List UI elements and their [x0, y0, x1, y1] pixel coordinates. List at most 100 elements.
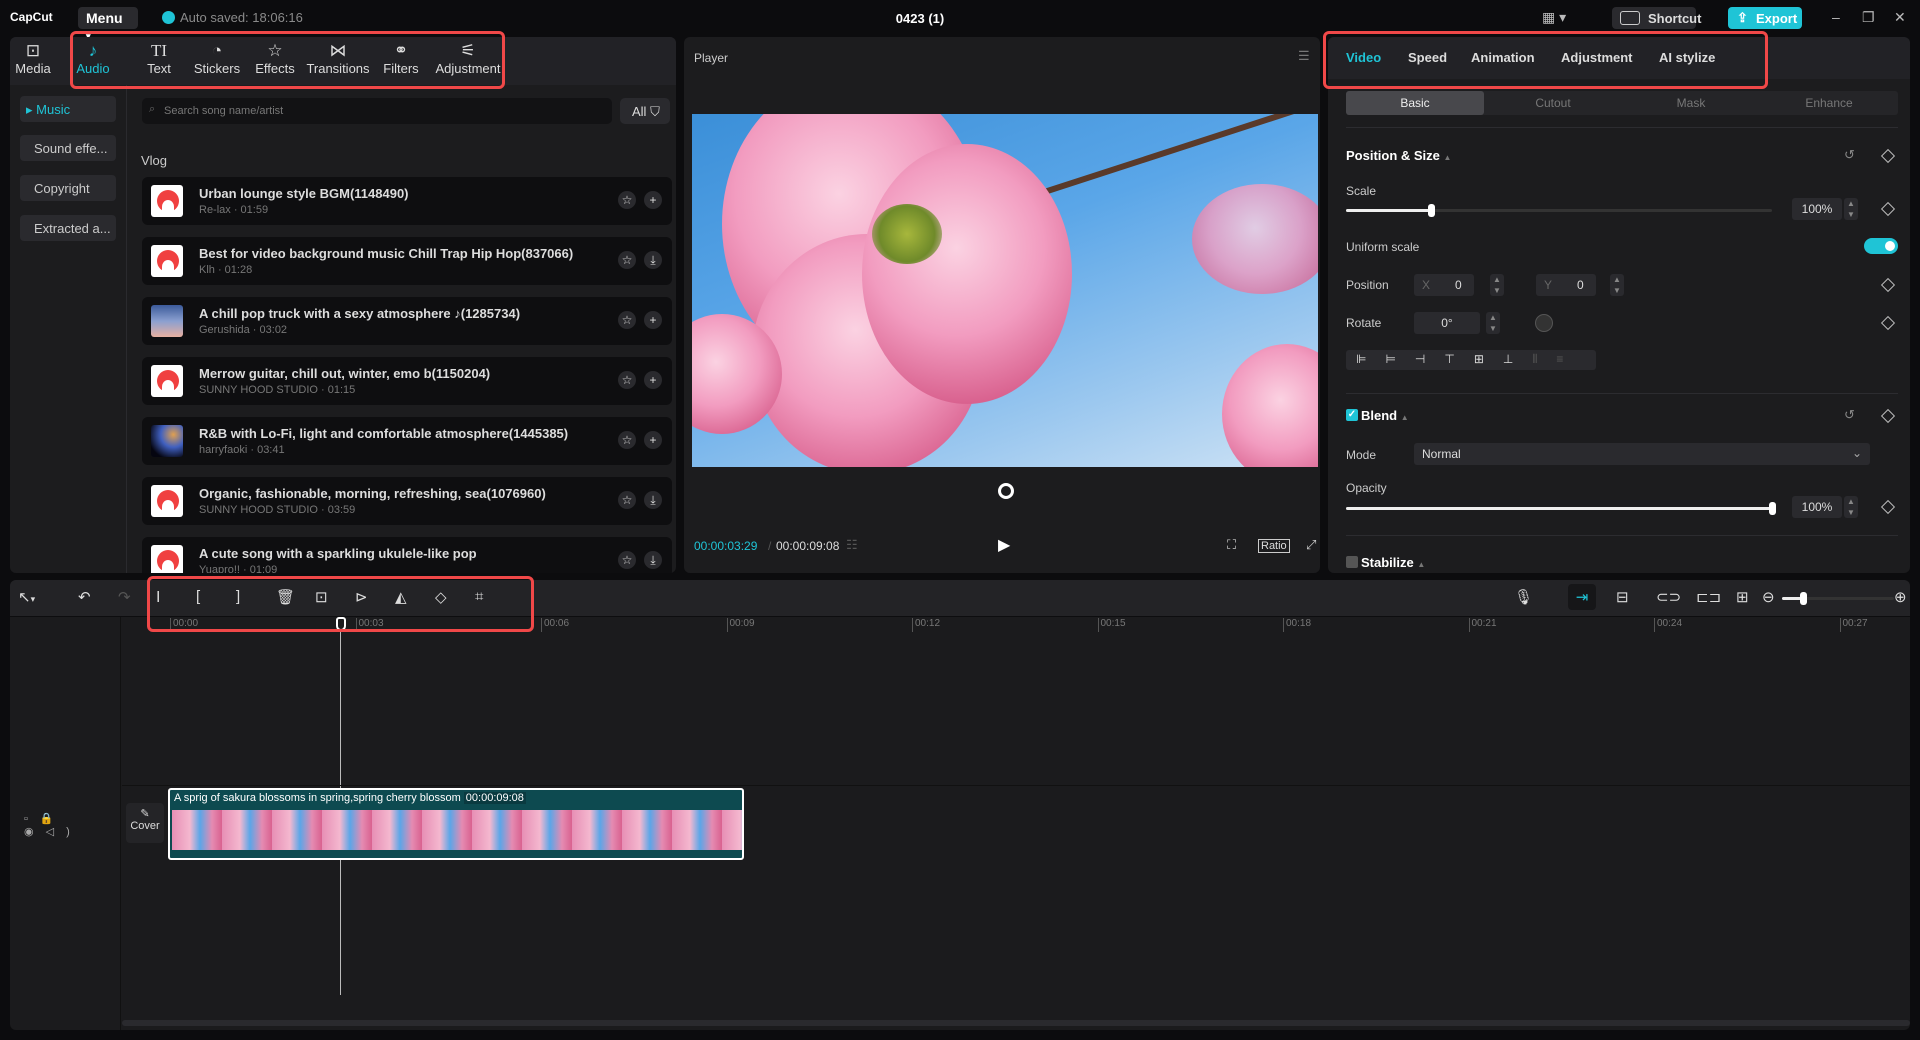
keyframe-icon[interactable] — [1880, 408, 1896, 424]
crop-icon[interactable]: ⌗ — [475, 588, 483, 605]
tab-effects[interactable]: ☆ Effects — [246, 37, 304, 85]
opacity-slider[interactable] — [1346, 502, 1776, 515]
align-toolbar[interactable]: ⊫⊨⊣⊤⊞⊥⫴≡ — [1346, 350, 1596, 370]
rotate-dial[interactable] — [1535, 314, 1553, 332]
track-controls[interactable]: ▫🔒◉◁) — [24, 812, 120, 838]
playhead-handle[interactable] — [336, 617, 346, 631]
add-icon[interactable]: + — [644, 311, 662, 329]
song-item[interactable]: Merrow guitar, chill out, winter, emo b(… — [142, 357, 672, 405]
fullscreen-icon[interactable]: ⤢ — [1306, 537, 1316, 553]
cover-button[interactable]: ✎ Cover — [126, 803, 164, 843]
uniform-scale-toggle[interactable] — [1864, 238, 1898, 254]
category-sound-effects[interactable]: Sound effe... — [20, 135, 116, 161]
tab-video[interactable]: Video — [1346, 50, 1381, 65]
position-y-input[interactable]: Y0 — [1536, 274, 1596, 296]
add-icon[interactable]: + — [644, 191, 662, 209]
split-left-icon[interactable]: [ — [196, 588, 200, 605]
timeline-zoom-slider[interactable] — [1782, 592, 1894, 605]
zoom-fit-icon[interactable]: ⛶ — [1227, 537, 1236, 553]
keyframe-icon[interactable] — [1880, 201, 1896, 217]
zoom-out-icon[interactable]: ⊖ — [1762, 588, 1775, 606]
song-item[interactable]: Organic, fashionable, morning, refreshin… — [142, 477, 672, 525]
rotate-icon[interactable] — [998, 483, 1014, 499]
undo-icon[interactable]: ↶ — [78, 588, 91, 606]
main-track-magnet-icon[interactable]: ⇥ — [1568, 584, 1596, 610]
scale-slider[interactable] — [1346, 204, 1772, 217]
opacity-handle[interactable] — [1769, 502, 1776, 515]
timeline-ruler[interactable]: 00:00 00:03 00:06 00:09 00:12 00:15 00:18 00:21… — [170, 618, 1910, 634]
download-icon[interactable]: ⤓ — [644, 251, 662, 269]
stabilize-title[interactable]: Stabilize ▲ — [1346, 555, 1425, 570]
song-item[interactable]: Urban lounge style BGM(1148490) Re-lax ·… — [142, 177, 672, 225]
select-tool-icon[interactable]: ↖▾ — [18, 588, 35, 606]
favorite-star-icon[interactable]: ☆ — [618, 251, 636, 269]
subtab-basic[interactable]: Basic — [1346, 91, 1484, 115]
maximize-button[interactable]: ❐ — [1862, 9, 1875, 26]
tab-media[interactable]: ⊡ Media — [10, 37, 56, 85]
reverse-play-icon[interactable]: ⊳ — [355, 588, 368, 606]
play-button[interactable]: ▶ — [998, 535, 1010, 555]
minimize-button[interactable]: – — [1832, 9, 1840, 25]
favorite-star-icon[interactable]: ☆ — [618, 491, 636, 509]
rotate-input[interactable]: 0° — [1414, 312, 1480, 334]
position-size-title[interactable]: Position & Size ▲ — [1346, 148, 1451, 163]
split-right-icon[interactable]: ] — [236, 588, 240, 605]
tab-audio[interactable]: ♪ Audio — [56, 37, 130, 85]
download-icon[interactable]: ⤓ — [644, 551, 662, 569]
split-icon[interactable]: Ⅰ — [156, 588, 160, 606]
download-icon[interactable]: ⤓ — [644, 491, 662, 509]
search-input[interactable]: ⌕ Search song name/artist — [142, 98, 612, 124]
tab-stickers[interactable]: ◔ Stickers — [188, 37, 246, 85]
video-clip[interactable]: A sprig of sakura blossoms in spring,spr… — [168, 788, 744, 860]
subtab-enhance[interactable]: Enhance — [1760, 91, 1898, 115]
tab-adjustment[interactable]: Adjustment — [1561, 50, 1633, 65]
subtab-cutout[interactable]: Cutout — [1484, 91, 1622, 115]
tab-filters[interactable]: ⚭ Filters — [372, 37, 430, 85]
subtab-mask[interactable]: Mask — [1622, 91, 1760, 115]
tab-transitions[interactable]: ⋈ Transitions — [304, 37, 372, 85]
close-button[interactable]: ✕ — [1894, 9, 1906, 26]
song-item[interactable]: R&B with Lo-Fi, light and comfortable at… — [142, 417, 672, 465]
auto-snap-icon[interactable]: ⊟ — [1616, 588, 1629, 606]
shortcut-button[interactable]: Shortcut — [1612, 7, 1701, 29]
song-item[interactable]: A cute song with a sparkling ukulele-lik… — [142, 537, 672, 573]
ratio-button[interactable]: Ratio — [1258, 539, 1290, 553]
rotate-stepper[interactable]: ▲ ▼ — [1486, 312, 1500, 334]
keyframe-icon[interactable] — [1880, 499, 1896, 515]
link-icon[interactable]: ⊂⊃ — [1656, 588, 1681, 606]
favorite-star-icon[interactable]: ☆ — [618, 311, 636, 329]
mirror-icon[interactable]: ◭ — [395, 588, 407, 606]
tab-ai-stylize[interactable]: AI stylize — [1659, 50, 1715, 65]
tab-speed[interactable]: Speed — [1408, 50, 1447, 65]
category-extracted-audio[interactable]: Extracted a... — [20, 215, 116, 241]
video-preview[interactable] — [692, 114, 1318, 467]
reset-icon[interactable]: ↺ — [1844, 407, 1855, 423]
microphone-icon[interactable]: 🎙 — [1514, 588, 1533, 606]
keyframe-icon[interactable] — [1880, 315, 1896, 331]
keyframe-icon[interactable] — [1880, 148, 1896, 164]
position-x-input[interactable]: X0 — [1414, 274, 1474, 296]
category-copyright[interactable]: Copyright — [20, 175, 116, 201]
favorite-star-icon[interactable]: ☆ — [618, 431, 636, 449]
menu-button[interactable]: Menu ▾ — [78, 7, 138, 41]
position-x-stepper[interactable]: ▲ ▼ — [1490, 274, 1504, 296]
zoom-timeline-icon[interactable]: ⊞ — [1736, 588, 1749, 606]
blend-mode-select[interactable]: Normal ⌄ — [1414, 443, 1870, 465]
opacity-stepper[interactable]: ▲ ▼ — [1844, 496, 1858, 518]
layout-icon[interactable]: ▦ ▾ — [1542, 9, 1566, 26]
opacity-input[interactable]: 100% — [1792, 496, 1842, 518]
favorite-star-icon[interactable]: ☆ — [618, 191, 636, 209]
filter-button[interactable]: All ⛉ — [620, 98, 670, 124]
favorite-star-icon[interactable]: ☆ — [618, 551, 636, 569]
scale-handle[interactable] — [1428, 204, 1436, 217]
tab-animation[interactable]: Animation — [1471, 50, 1535, 65]
reset-icon[interactable]: ↺ — [1844, 147, 1855, 163]
category-music[interactable]: ▸ Music — [20, 96, 116, 122]
tab-adjustment[interactable]: ⚟ Adjustment — [430, 37, 506, 85]
horizontal-scrollbar[interactable] — [122, 1020, 1910, 1026]
song-item[interactable]: A chill pop truck with a sexy atmosphere… — [142, 297, 672, 345]
zoom-in-icon[interactable]: ⊕ — [1894, 588, 1907, 606]
delete-icon[interactable]: 🗑 — [276, 588, 295, 606]
menu-icon[interactable]: ☰ — [1298, 48, 1310, 64]
scale-stepper[interactable]: ▲ ▼ — [1844, 198, 1858, 220]
